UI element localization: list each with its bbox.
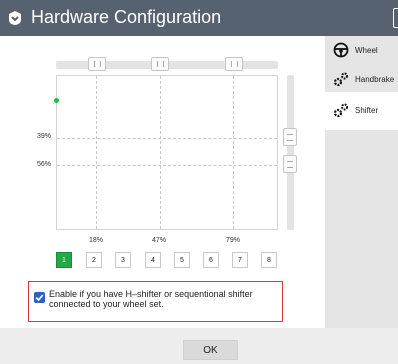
sidebar-item-label: Wheel [355,46,378,55]
x-axis-label: 18% [89,237,104,244]
shifter-calibration-plot [56,75,278,230]
ok-button[interactable]: OK [183,340,238,360]
grid-line [57,165,277,166]
sidebar-item-shifter[interactable]: Shifter [325,92,398,130]
chevron-shield-icon [9,11,21,25]
gears-icon [333,103,348,118]
y-axis-label: 56% [37,161,52,168]
vertical-slider-track [287,75,294,230]
horizontal-slider-handle[interactable] [225,57,243,71]
gear-button-7[interactable]: 7 [232,252,248,268]
x-axis-label: 79% [226,237,241,244]
sidebar-item-wheel[interactable]: Wheel [325,36,398,64]
gear-button-3[interactable]: 3 [115,252,131,268]
horizontal-slider-handle[interactable] [151,57,169,71]
vertical-slider-handle[interactable] [283,155,297,173]
horizontal-slider-handle[interactable] [88,57,106,71]
grid-line [96,76,97,229]
grid-line [233,76,234,229]
sidebar-item-label: Handbrake [355,75,395,84]
x-axis-label: 47% [152,237,167,244]
grid-line [160,76,161,229]
close-icon[interactable] [393,8,398,28]
gear-button-4[interactable]: 4 [145,252,161,268]
window-title: Hardware Configuration [31,7,222,27]
gear-button-2[interactable]: 2 [86,252,102,268]
sidebar-item-label: Shifter [355,106,379,115]
steering-wheel-icon [333,42,349,58]
grid-line [57,138,277,139]
gear-button-5[interactable]: 5 [174,252,190,268]
sidebar-item-handbrake[interactable]: Handbrake [325,64,398,92]
title-bar: Hardware Configuration [0,0,398,36]
shifter-enable-checkbox[interactable] [34,292,45,303]
gears-icon [333,72,348,87]
gear-button-1[interactable]: 1 [56,252,72,268]
gear-button-6[interactable]: 6 [203,252,219,268]
y-axis-label: 39% [37,133,52,140]
shifter-position-marker [54,98,59,103]
shifter-option-label: Enable if you have H–shifter or sequenti… [49,289,253,309]
sidebar: Wheel Handbrake Shifter [325,36,398,328]
vertical-slider-handle[interactable] [283,128,297,146]
gear-button-8[interactable]: 8 [261,252,277,268]
